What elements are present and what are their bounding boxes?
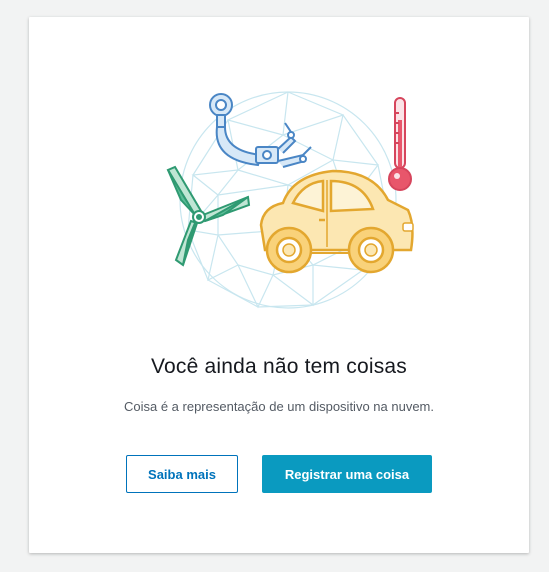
wind-turbine-icon (166, 165, 251, 267)
register-thing-button[interactable]: Registrar uma coisa (262, 455, 432, 493)
empty-state-title: Você ainda não tem coisas (151, 355, 407, 378)
learn-more-button[interactable]: Saiba mais (126, 455, 238, 493)
empty-state-illustration (166, 91, 414, 309)
empty-state-card: Você ainda não tem coisas Coisa é a repr… (29, 17, 529, 553)
thermometer-icon (388, 97, 412, 191)
empty-state-description: Coisa é a representação de um dispositiv… (123, 399, 434, 414)
